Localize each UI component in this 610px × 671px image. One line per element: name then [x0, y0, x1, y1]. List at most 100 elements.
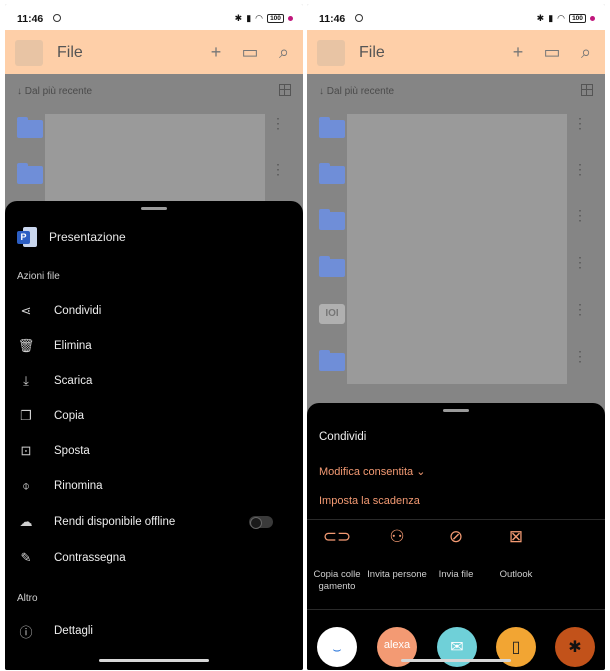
divider [307, 609, 605, 610]
action-download[interactable]: ⤓ Scarica [17, 370, 291, 392]
battery-icon: 100 [569, 13, 586, 23]
list-item[interactable]: ⋮ [5, 152, 303, 198]
powerpoint-icon: P [17, 227, 37, 247]
home-indicator[interactable] [401, 659, 511, 662]
add-icon[interactable]: + [509, 42, 527, 63]
notification-dot [590, 15, 595, 21]
list-item[interactable]: ⋮ [307, 245, 605, 291]
file-name: Presentazione [49, 230, 126, 244]
action-make-offline[interactable]: ☁ Rendi disponibile offline [17, 511, 291, 533]
notification-dot [288, 15, 293, 21]
action-mark[interactable]: ✎ Contrassegna [17, 547, 291, 569]
copy-icon: ❐ [20, 408, 32, 423]
account-avatar[interactable] [317, 40, 345, 66]
sort-selector[interactable]: ↓ Dal più recente [319, 86, 394, 97]
divider [307, 519, 605, 520]
status-time: 11:46 [17, 13, 44, 25]
more-icon[interactable]: ⋮ [573, 255, 587, 269]
search-icon[interactable]: ⌕ [275, 42, 293, 63]
action-label: Dettagli [54, 625, 93, 637]
page-title: File [57, 44, 83, 61]
list-item[interactable]: ⋮ [307, 106, 605, 152]
action-copy-link[interactable]: ⊂⊃ Copia colle gamento [307, 528, 367, 593]
cast-icon[interactable]: ▭ [241, 42, 259, 63]
permission-label: Modifica consentita [319, 466, 414, 478]
action-invite-people[interactable]: ⚇ Invita persone [367, 527, 427, 581]
folder-icon [17, 117, 43, 138]
invite-people-icon: ⚇ [389, 527, 405, 546]
action-label: Sposta [54, 445, 90, 457]
sheet-drag-handle[interactable] [443, 409, 469, 412]
file-actions-sheet: P Presentazione Azioni file ⋖ Condividi 🗑… [5, 201, 303, 670]
folder-icon [319, 209, 345, 230]
sheet-file-header: P Presentazione [17, 227, 126, 247]
list-item[interactable]: ⋮ [307, 198, 605, 244]
share-apps-row: ⌣ alexa ✉ ▯ ✱ [307, 627, 605, 670]
more-icon[interactable]: ⋮ [271, 162, 285, 176]
app-header: File + ▭ ⌕ [307, 30, 605, 74]
info-icon: ⓘ [19, 624, 33, 640]
action-details[interactable]: ⓘ Dettagli [17, 620, 291, 642]
more-icon[interactable]: ⋮ [573, 349, 587, 363]
bluetooth-icon: ✱ [536, 13, 545, 23]
sort-label: Dal più recente [326, 86, 395, 97]
more-icon[interactable]: ⋮ [573, 162, 587, 176]
list-item[interactable]: ⋮ [5, 106, 303, 152]
add-icon[interactable]: + [207, 42, 225, 63]
section-file-actions: Azioni file [17, 271, 60, 282]
trash-icon: 🗑︎ [17, 338, 35, 353]
grid-view-icon[interactable] [279, 84, 291, 96]
more-icon[interactable]: ⋮ [573, 208, 587, 222]
screen-record-icon [53, 14, 61, 22]
action-delete[interactable]: 🗑︎ Elimina [17, 335, 291, 357]
permission-dropdown[interactable]: Modifica consentita ⌄ [319, 465, 425, 478]
list-item[interactable]: ⋮ [307, 339, 605, 385]
download-icon: ⤓ [23, 373, 29, 388]
action-label: Elimina [54, 340, 92, 352]
action-move[interactable]: ⊡ Sposta [17, 440, 291, 462]
action-send-file[interactable]: ⊘ Invia file [426, 528, 486, 581]
action-copy[interactable]: ❐ Copia [17, 405, 291, 427]
amazon-app-icon[interactable]: ⌣ [317, 627, 357, 667]
right-screen: 11:46 ✱ ▮ ◠ 100 File + ▭ ⌕ ↓ Dal più rec… [307, 4, 605, 670]
list-item[interactable]: IOI ⋮ [307, 292, 605, 338]
search-icon[interactable]: ⌕ [577, 42, 595, 63]
action-label: Rinomina [54, 480, 103, 492]
home-indicator[interactable] [99, 659, 209, 662]
personal-vault-icon: IOI [319, 304, 345, 324]
action-label: Condividi [54, 305, 102, 317]
offline-toggle[interactable] [249, 516, 273, 529]
action-rename[interactable]: ⌽ Rinomina [17, 475, 291, 497]
folder-icon [319, 163, 345, 184]
action-outlook[interactable]: ⊠ Outlook [486, 528, 546, 581]
action-share[interactable]: ⋖ Condividi [17, 300, 291, 322]
section-other: Altro [17, 593, 38, 604]
pencil-icon: ✎ [20, 550, 32, 565]
share-title: Condividi [319, 431, 367, 443]
cast-icon[interactable]: ▭ [543, 42, 561, 63]
account-avatar[interactable] [15, 40, 43, 66]
folder-icon [319, 117, 345, 138]
bluetooth-app-icon[interactable]: ✱ [555, 627, 595, 667]
list-item[interactable]: ⋮ [307, 152, 605, 198]
rename-icon: ⌽ [22, 478, 30, 493]
sort-label: Dal più recente [24, 86, 93, 97]
share-icon: ⋖ [20, 303, 32, 318]
set-expiry-link[interactable]: Imposta la scadenza [319, 495, 420, 507]
more-icon[interactable]: ⋮ [573, 302, 587, 316]
share-sheet: Condividi Modifica consentita ⌄ Imposta … [307, 403, 605, 670]
signal-icon: ▮ [548, 13, 554, 23]
folder-icon [319, 350, 345, 371]
status-time: 11:46 [319, 13, 346, 25]
wifi-icon: ◠ [255, 13, 263, 23]
sort-selector[interactable]: ↓ Dal più recente [17, 86, 92, 97]
chevron-down-icon: ⌄ [416, 466, 426, 478]
battery-icon: 100 [267, 13, 284, 23]
grid-view-icon[interactable] [581, 84, 593, 96]
more-icon[interactable]: ⋮ [271, 116, 285, 130]
sheet-drag-handle[interactable] [141, 207, 167, 210]
screen-record-icon [355, 14, 363, 22]
more-icon[interactable]: ⋮ [573, 116, 587, 130]
action-label: Rendi disponibile offline [54, 516, 176, 528]
left-screen: 11:46 ✱ ▮ ◠ 100 File + ▭ ⌕ ↓ Dal più rec… [5, 4, 303, 670]
